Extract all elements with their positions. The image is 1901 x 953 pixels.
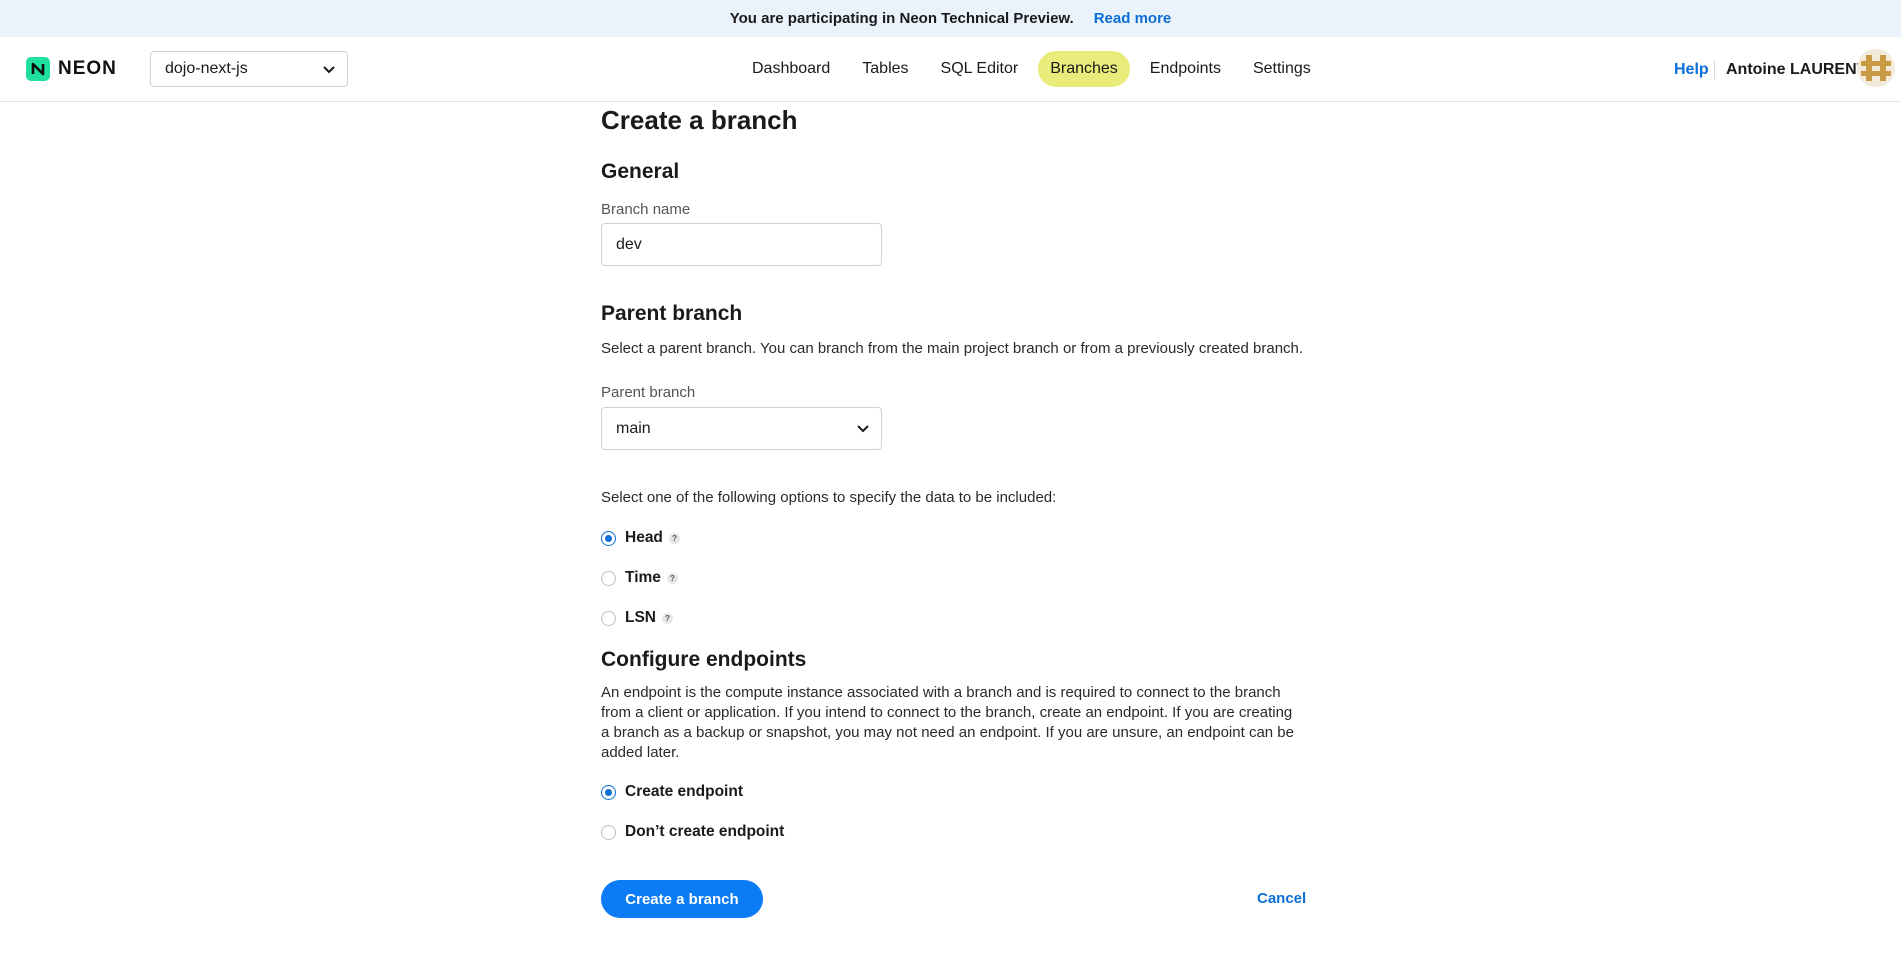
top-navbar: NEON dojo-next-js Dashboard Tables SQL E…	[0, 37, 1901, 102]
avatar[interactable]	[1857, 49, 1895, 87]
head-radio[interactable]	[601, 530, 616, 546]
option-head[interactable]: Head ?	[601, 529, 680, 547]
user-name[interactable]: Antoine LAURENT	[1726, 61, 1866, 79]
page-title: Create a branch	[601, 105, 798, 135]
option-create-endpoint[interactable]: Create endpoint	[601, 783, 743, 801]
option-no-endpoint[interactable]: Don’t create endpoint	[601, 823, 784, 841]
time-radio[interactable]	[601, 570, 616, 586]
configure-endpoints-title: Configure endpoints	[601, 648, 807, 671]
lsn-label: LSN	[625, 609, 656, 626]
nav-settings[interactable]: Settings	[1241, 51, 1323, 87]
help-question-icon[interactable]: ?	[662, 612, 673, 624]
no-endpoint-label: Don’t create endpoint	[625, 823, 785, 840]
banner-message: You are participating in Neon Technical …	[729, 10, 1074, 27]
project-name: dojo-next-js	[165, 60, 248, 77]
chevron-down-icon	[321, 61, 337, 82]
neon-logo[interactable]: NEON	[26, 57, 117, 81]
create-endpoint-label: Create endpoint	[625, 783, 743, 800]
data-options-prompt: Select one of the following options to s…	[601, 489, 1057, 506]
logo-text: NEON	[58, 58, 117, 79]
neon-logo-icon	[26, 57, 50, 81]
parent-branch-label: Parent branch	[601, 384, 696, 401]
project-selector[interactable]: dojo-next-js	[150, 51, 348, 87]
read-more-link[interactable]: Read more	[1094, 10, 1172, 27]
preview-banner: You are participating in Neon Technical …	[0, 0, 1901, 37]
main-nav: Dashboard Tables SQL Editor Branches End…	[740, 51, 1331, 87]
time-label: Time	[625, 569, 661, 586]
general-section-title: General	[601, 160, 680, 183]
endpoints-description: An endpoint is the compute instance asso…	[601, 684, 1294, 761]
create-endpoint-radio[interactable]	[601, 784, 616, 800]
nav-sql-editor[interactable]: SQL Editor	[929, 51, 1031, 87]
no-endpoint-radio[interactable]	[601, 824, 616, 840]
branch-name-label: Branch name	[601, 201, 691, 218]
branch-name-input[interactable]	[601, 223, 882, 266]
nav-dashboard[interactable]: Dashboard	[740, 51, 842, 87]
nav-endpoints[interactable]: Endpoints	[1138, 51, 1233, 87]
lsn-radio[interactable]	[601, 610, 616, 626]
nav-branches[interactable]: Branches	[1038, 51, 1130, 87]
parent-branch-select[interactable]: main	[601, 407, 882, 450]
nav-tables[interactable]: Tables	[850, 51, 920, 87]
parent-branch-description: Select a parent branch. You can branch f…	[601, 340, 1304, 357]
divider	[1714, 61, 1715, 79]
help-link[interactable]: Help	[1674, 61, 1709, 79]
create-branch-button[interactable]: Create a branch	[601, 880, 763, 918]
parent-branch-section-title: Parent branch	[601, 302, 743, 325]
chevron-down-icon	[855, 420, 871, 441]
option-time[interactable]: Time ?	[601, 569, 678, 587]
option-lsn[interactable]: LSN ?	[601, 609, 673, 627]
help-question-icon[interactable]: ?	[666, 572, 678, 584]
head-label: Head	[625, 529, 663, 546]
parent-branch-value: main	[616, 419, 651, 437]
cancel-link[interactable]: Cancel	[1257, 890, 1306, 907]
help-question-icon[interactable]: ?	[668, 532, 680, 544]
